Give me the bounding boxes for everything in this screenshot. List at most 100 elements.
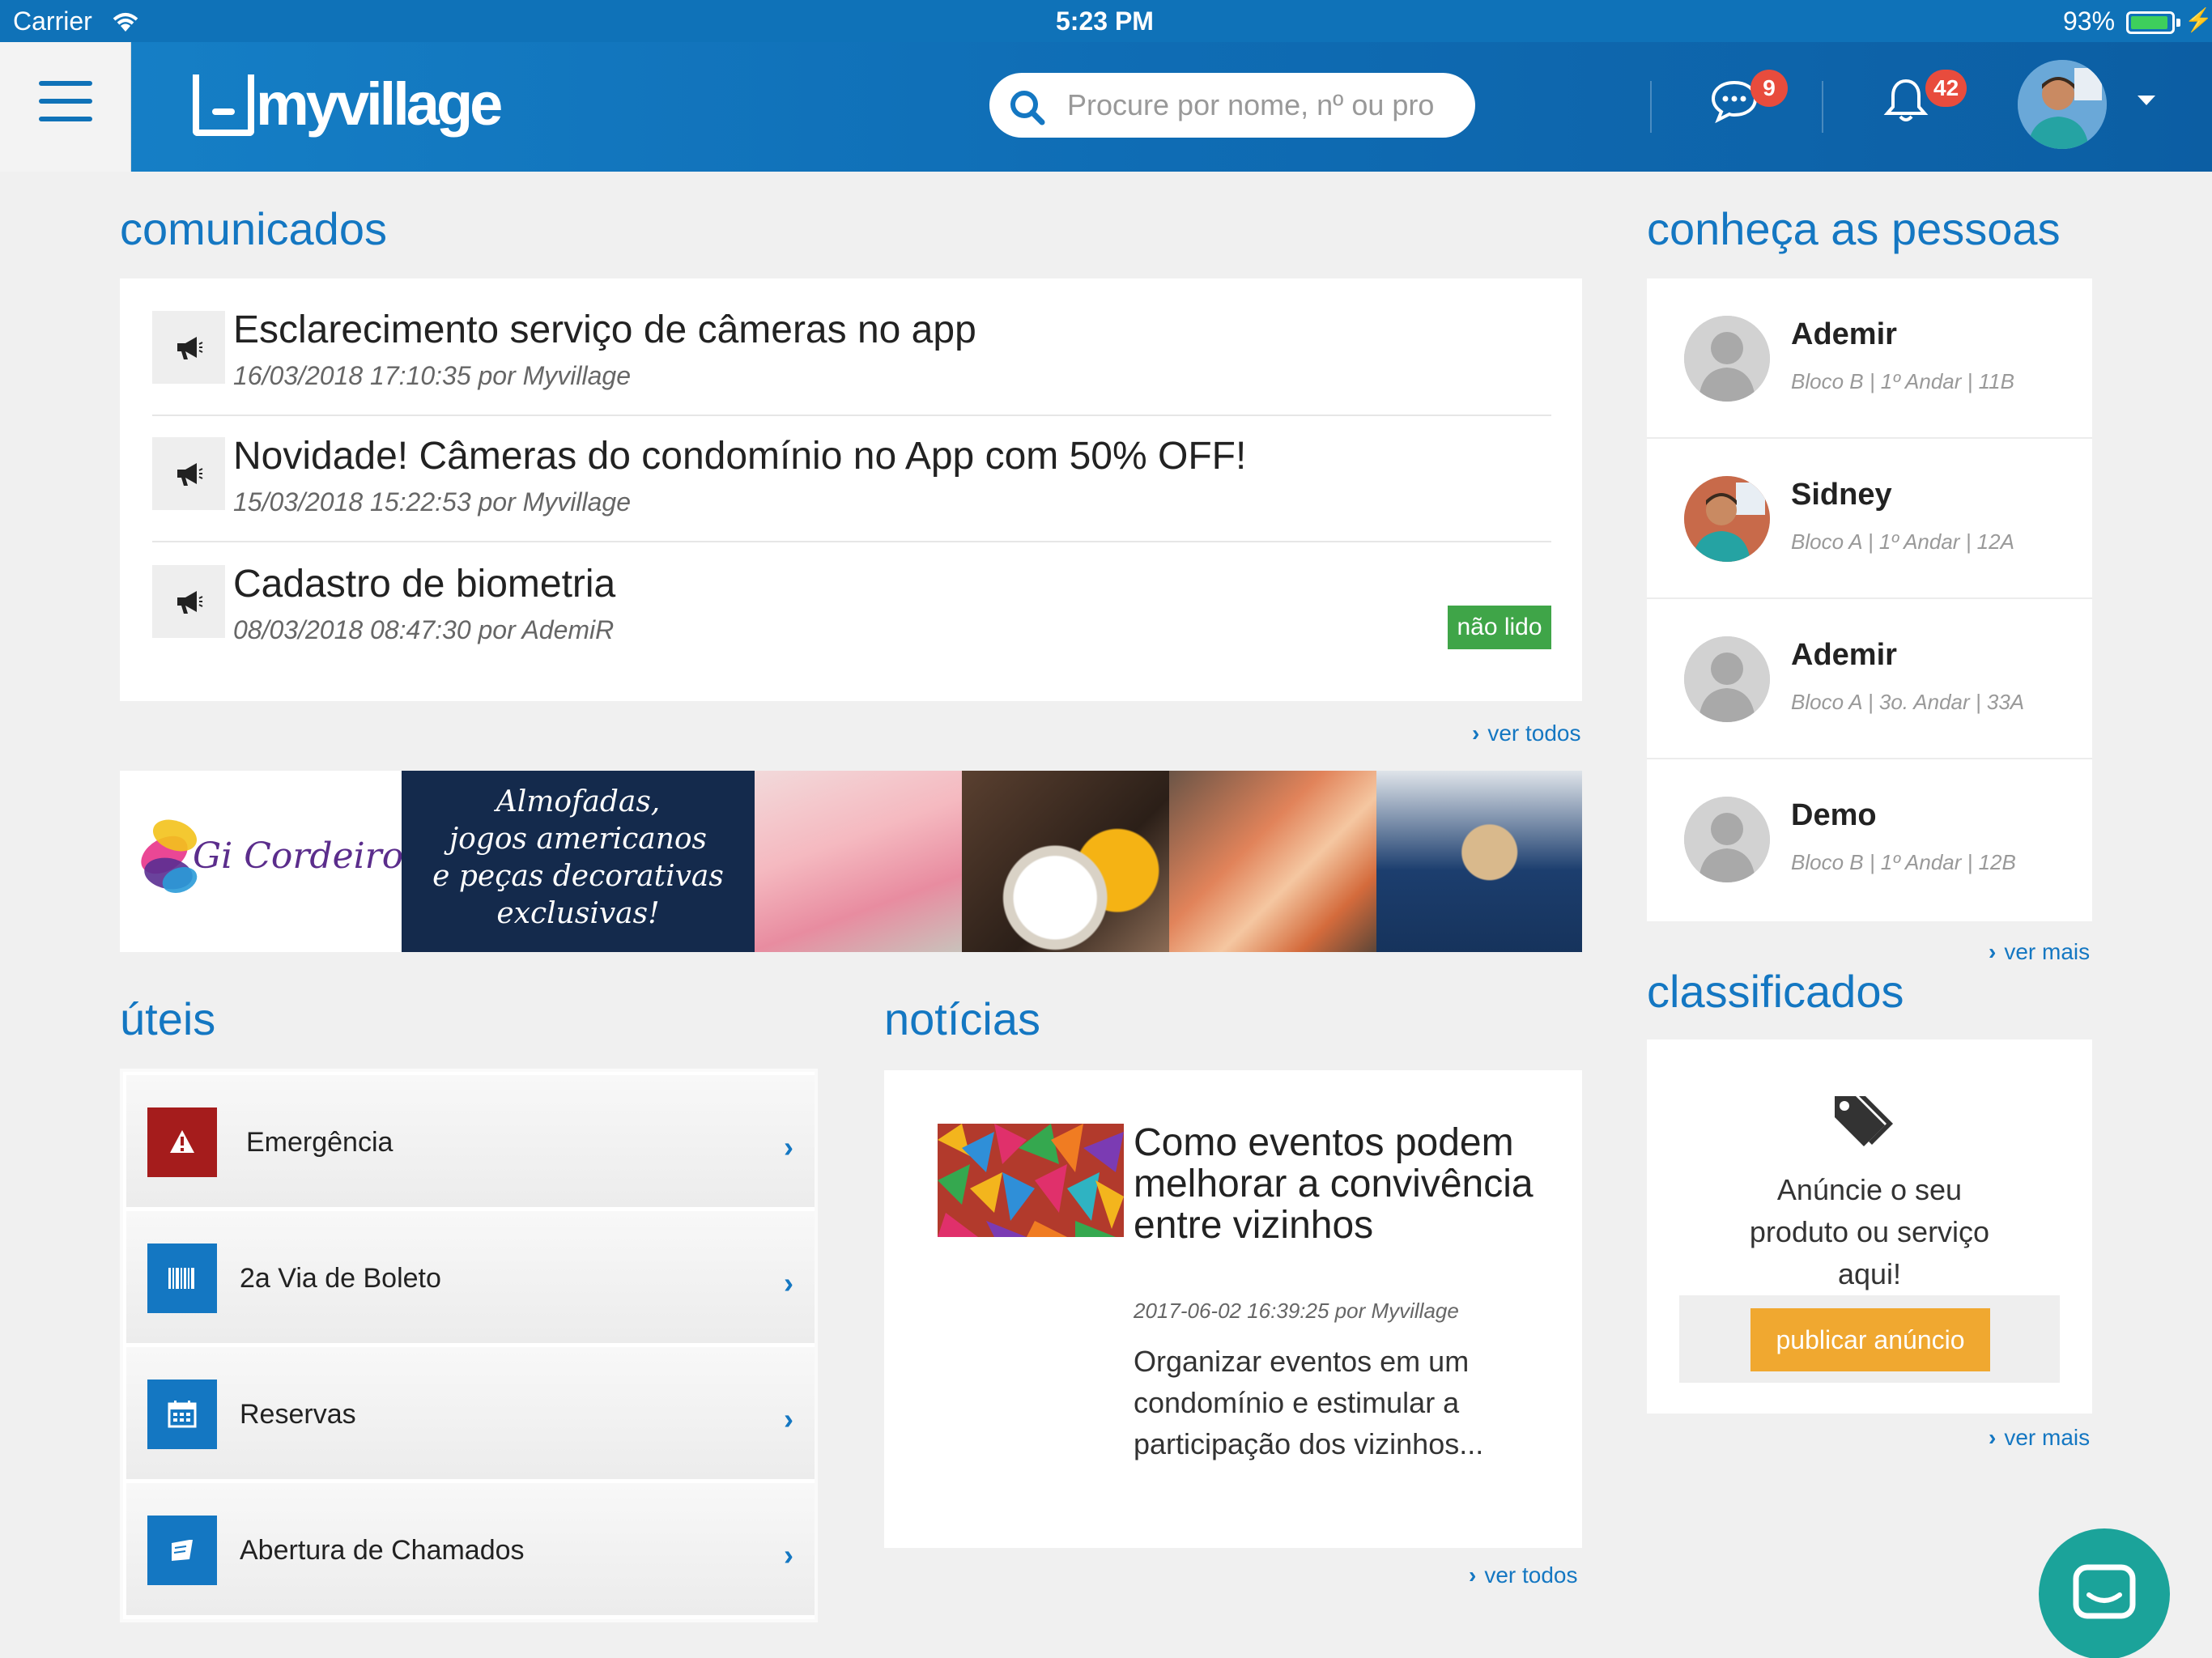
support-chat-button[interactable] xyxy=(2039,1528,2170,1658)
barcode-icon xyxy=(147,1244,217,1313)
util-label: Emergência xyxy=(246,1127,393,1158)
publish-area: publicar anúncio xyxy=(1679,1295,2060,1383)
notifications-badge: 42 xyxy=(1925,70,1967,107)
chevron-down-icon[interactable] xyxy=(2138,96,2155,105)
avatar xyxy=(1684,476,1770,562)
chevron-right-icon: › xyxy=(784,1538,793,1571)
person-name: Sidney xyxy=(1791,478,1892,512)
menu-button[interactable] xyxy=(0,42,131,172)
charging-icon: ⚡ xyxy=(2184,7,2212,32)
comunicado-meta: 16/03/2018 17:10:35 por Myvillage xyxy=(233,361,632,390)
unread-badge: não lido xyxy=(1448,606,1551,649)
comunicado-title[interactable]: Esclarecimento serviço de câmeras no app xyxy=(233,308,976,352)
comunicado-meta: 15/03/2018 15:22:53 por Myvillage xyxy=(233,487,632,517)
logo-icon xyxy=(193,74,254,136)
logo-text: myvillage xyxy=(256,70,503,138)
battery-icon xyxy=(2126,11,2175,34)
chevron-right-icon: › xyxy=(1469,1562,1477,1588)
section-title-comunicados: comunicados xyxy=(120,203,387,254)
section-title-uteis: úteis xyxy=(120,993,216,1044)
banner-photo-pillows xyxy=(755,771,962,952)
bell-icon xyxy=(1883,79,1929,128)
person-item[interactable]: Ademir Bloco A | 3o. Andar | 33A xyxy=(1647,599,2092,759)
classificados-text: Anúncie o seu produto ou serviço aqui! xyxy=(1749,1173,1990,1290)
chat-icon xyxy=(1710,80,1759,126)
news-title[interactable]: Como eventos podem melhorar a convivênci… xyxy=(1134,1122,1555,1246)
search-icon xyxy=(1009,89,1046,130)
wifi-icon xyxy=(110,10,141,40)
search-bar[interactable] xyxy=(989,73,1475,138)
publish-ad-button[interactable]: publicar anúncio xyxy=(1750,1308,1990,1371)
comunicado-title[interactable]: Novidade! Câmeras do condomínio no App c… xyxy=(233,434,1246,478)
news-thumbnail[interactable] xyxy=(938,1124,1124,1237)
person-item[interactable]: Sidney Bloco A | 1º Andar | 12A xyxy=(1647,439,2092,599)
util-item-emergencia[interactable]: Emergência › xyxy=(126,1075,815,1209)
util-label: Abertura de Chamados xyxy=(240,1535,525,1566)
book-icon xyxy=(147,1516,217,1585)
divider xyxy=(152,414,1551,416)
util-label: 2a Via de Boleto xyxy=(240,1263,441,1294)
avatar-placeholder-icon xyxy=(1684,636,1770,722)
comunicado-title[interactable]: Cadastro de biometria xyxy=(233,562,615,606)
user-avatar[interactable] xyxy=(2018,60,2107,149)
util-item-reservas[interactable]: Reservas › xyxy=(126,1347,815,1482)
banner-photo-dog xyxy=(1376,771,1582,952)
people-card: Ademir Bloco B | 1º Andar | 11B Sidney B… xyxy=(1647,278,2092,921)
person-item[interactable]: Demo Bloco B | 1º Andar | 12B xyxy=(1647,759,2092,920)
chat-bubble-icon xyxy=(2071,1562,2138,1630)
person-location: Bloco A | 3o. Andar | 33A xyxy=(1791,690,2025,714)
person-name: Ademir xyxy=(1791,638,1897,672)
messages-badge: 9 xyxy=(1750,70,1788,107)
status-bar: Carrier 5:23 PM 93% xyxy=(0,0,2212,42)
ver-todos-noticias-link[interactable]: › ver todos xyxy=(1469,1562,1578,1588)
brand-name: Gi Cordeiro xyxy=(193,835,404,877)
person-name: Demo xyxy=(1791,798,1877,832)
avatar-placeholder-icon xyxy=(1684,316,1770,402)
header-divider xyxy=(1650,81,1652,133)
classificados-card: Anúncie o seu produto ou serviço aqui! p… xyxy=(1647,1039,2092,1414)
header-divider xyxy=(1822,81,1823,133)
section-title-classificados: classificados xyxy=(1647,966,1904,1017)
comunicado-meta: 08/03/2018 08:47:30 por AdemiR xyxy=(233,615,615,644)
carrier-label: Carrier xyxy=(13,6,92,36)
search-input[interactable] xyxy=(1067,84,1464,126)
ver-todos-comunicados-link[interactable]: › ver todos xyxy=(1472,721,1581,746)
ad-banner[interactable]: Gi Cordeiro Almofadas, jogos americanos … xyxy=(120,771,1582,952)
ver-mais-pessoas-link[interactable]: › ver mais xyxy=(1989,939,2090,965)
banner-photo-cushions xyxy=(1169,771,1376,952)
brand-logo: Gi Cordeiro xyxy=(120,771,404,952)
megaphone-icon xyxy=(152,565,225,638)
menu-icon xyxy=(39,81,92,86)
warning-icon xyxy=(147,1107,217,1177)
clock: 5:23 PM xyxy=(1056,6,1154,36)
divider xyxy=(152,541,1551,542)
ver-mais-classificados-link[interactable]: › ver mais xyxy=(1989,1425,2090,1451)
chevron-right-icon: › xyxy=(784,1266,793,1299)
banner-text: Almofadas, jogos americanos e peças deco… xyxy=(402,771,755,952)
util-item-chamados[interactable]: Abertura de Chamados › xyxy=(126,1483,815,1618)
avatar-placeholder-icon xyxy=(1684,797,1770,882)
calendar-icon xyxy=(147,1380,217,1449)
util-item-boleto[interactable]: 2a Via de Boleto › xyxy=(126,1211,815,1346)
section-title-noticias: notícias xyxy=(884,993,1040,1044)
comunicados-card: Esclarecimento serviço de câmeras no app… xyxy=(120,278,1582,701)
chevron-right-icon: › xyxy=(1989,1425,1997,1450)
person-name: Ademir xyxy=(1791,317,1897,351)
person-location: Bloco A | 1º Andar | 12A xyxy=(1791,529,2014,554)
chevron-right-icon: › xyxy=(784,1130,793,1163)
util-label: Reservas xyxy=(240,1399,356,1430)
person-item[interactable]: Ademir Bloco B | 1º Andar | 11B xyxy=(1647,278,2092,439)
megaphone-icon xyxy=(152,311,225,384)
megaphone-icon xyxy=(152,437,225,510)
tags-icon xyxy=(1831,1093,1896,1150)
section-title-pessoas: conheça as pessoas xyxy=(1647,203,2061,254)
person-location: Bloco B | 1º Andar | 11B xyxy=(1791,369,2014,393)
chevron-right-icon: › xyxy=(784,1402,793,1435)
chevron-right-icon: › xyxy=(1472,721,1480,746)
uteis-list: Emergência › 2a Via de Boleto › Reservas… xyxy=(120,1069,818,1622)
news-card[interactable]: Como eventos podem melhorar a convivênci… xyxy=(884,1070,1582,1548)
person-location: Bloco B | 1º Andar | 12B xyxy=(1791,850,2016,874)
news-meta: 2017-06-02 16:39:25 por Myvillage xyxy=(1134,1299,1459,1323)
chevron-right-icon: › xyxy=(1989,939,1997,964)
battery-percent: 93% xyxy=(2063,6,2116,36)
